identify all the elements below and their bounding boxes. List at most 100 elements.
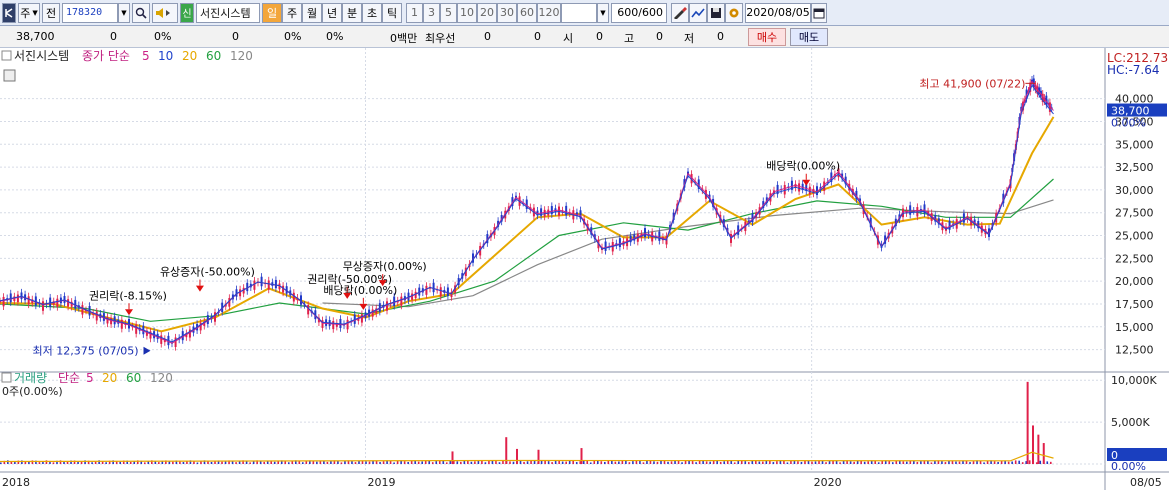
volume-bar: [210, 461, 213, 464]
volume-bar: [920, 461, 922, 464]
sell-button[interactable]: 매도: [790, 28, 828, 46]
volume-bar: [737, 460, 740, 464]
chevron-down-icon: ▼: [32, 8, 38, 17]
volume-bar: [263, 461, 265, 464]
volume-bar: [1018, 460, 1020, 464]
data-count-field[interactable]: 600/600: [611, 2, 667, 23]
volume-legend-name: 거래량: [14, 371, 47, 385]
volume-bar: [589, 462, 592, 464]
custom-period-dropdown[interactable]: ▼: [597, 2, 609, 23]
price-tick-label: 12,500: [1115, 344, 1154, 357]
minute-option-20[interactable]: 20: [477, 2, 497, 23]
volume-bar: [259, 461, 262, 464]
minute-option-5[interactable]: 5: [440, 2, 457, 23]
period-tab-year[interactable]: 년: [322, 2, 342, 23]
volume-bar: [382, 461, 385, 464]
stock-name-field[interactable]: 서진시스템: [196, 2, 260, 23]
period-tab-week[interactable]: 주: [282, 2, 302, 23]
volume-legend-ma-label: 단순: [58, 371, 80, 385]
volume-bar: [52, 462, 55, 464]
date-field[interactable]: 2020/08/05: [745, 2, 811, 23]
current-pct-label: 0.00%: [1111, 117, 1146, 130]
volume-spike-bar: [580, 448, 583, 464]
low-price-annotation: 최저 12,375 (07/05): [33, 345, 139, 358]
volume-legend-ma-item: 5: [86, 371, 94, 385]
legend-box-icon: [1, 50, 12, 61]
volume-bar: [1011, 461, 1013, 464]
trade-amount: 0백만: [390, 32, 418, 45]
search-button[interactable]: [132, 2, 150, 23]
grid-toggle-icon: [3, 69, 16, 82]
candle-body: [808, 186, 811, 195]
chart-app-icon[interactable]: [2, 2, 16, 23]
code-dropdown-button[interactable]: ▼: [118, 2, 130, 23]
volume-bar: [758, 461, 761, 464]
buy-button[interactable]: 매수: [748, 28, 786, 46]
calendar-button[interactable]: [811, 2, 827, 23]
volume-bar: [628, 462, 631, 464]
volume-bar: [509, 461, 511, 464]
volume-bar: [417, 461, 420, 464]
save-button[interactable]: [707, 2, 725, 23]
volume-legend-box-icon: [1, 372, 12, 383]
volume-bar: [997, 461, 999, 464]
volume-bar: [565, 461, 567, 464]
event-annotation: 배당락(0.00%): [323, 284, 397, 297]
candle-body: [439, 287, 442, 297]
candle-body: [644, 228, 646, 238]
volume-bar: [91, 462, 93, 464]
price-legend-name: 서진시스템: [14, 49, 69, 63]
period-tab-tick[interactable]: 틱: [382, 2, 402, 23]
minute-option-10[interactable]: 10: [457, 2, 477, 23]
price-chart[interactable]: 40,00037,50035,00032,50030,00027,50025,0…: [0, 48, 1169, 490]
volume-legend-ma-item: 60: [126, 371, 141, 385]
custom-period-input[interactable]: [561, 2, 597, 23]
event-annotation: 권리락(-8.15%): [89, 289, 167, 302]
volume-legend-ma-item: 120: [150, 371, 173, 385]
volume-bar: [902, 461, 905, 464]
volume-bar: [551, 462, 553, 464]
period-tab-minute[interactable]: 분: [342, 2, 362, 23]
tool-button-indicator[interactable]: [689, 2, 707, 23]
volume-bar: [839, 462, 841, 464]
time-axis-label: 2018: [2, 476, 30, 489]
volume-bar: [488, 461, 490, 464]
volume-bar: [442, 460, 445, 464]
volume-bar: [719, 461, 722, 464]
price-tick-label: 27,500: [1115, 207, 1154, 220]
kind-button[interactable]: 전: [42, 2, 60, 23]
volume-bar: [561, 461, 564, 464]
market-select[interactable]: 주 ▼: [18, 2, 40, 23]
minute-option-1[interactable]: 1: [406, 2, 423, 23]
volume-bar: [835, 460, 838, 464]
volume-bar: [825, 462, 827, 464]
volume-bar: [958, 461, 961, 464]
volume-tick-label: 5,000K: [1111, 416, 1150, 429]
minute-option-3[interactable]: 3: [423, 2, 440, 23]
minute-option-30[interactable]: 30: [497, 2, 517, 23]
period-tab-month[interactable]: 월: [302, 2, 322, 23]
volume-bar: [365, 461, 367, 464]
volume-bar: [1007, 461, 1010, 464]
minute-option-120[interactable]: 120: [537, 2, 561, 23]
volume-bar: [38, 462, 41, 464]
settings-button[interactable]: [725, 2, 743, 23]
volume-value: 0: [232, 30, 239, 43]
candle-body: [9, 293, 12, 303]
volume-bar: [684, 461, 687, 464]
stock-code-input[interactable]: 178320: [62, 2, 118, 23]
volume-bar: [705, 461, 708, 464]
period-tab-day[interactable]: 일: [262, 2, 282, 23]
volume-bar: [533, 460, 536, 464]
volume-bar: [368, 461, 371, 464]
volume-bar: [1014, 460, 1017, 464]
tool-button-pen[interactable]: [671, 2, 689, 23]
period-tab-second[interactable]: 초: [362, 2, 382, 23]
candle-body: [604, 241, 607, 251]
speaker-button[interactable]: [152, 2, 178, 23]
minute-option-60[interactable]: 60: [517, 2, 537, 23]
volume-bar: [744, 461, 747, 464]
save-icon: [711, 7, 721, 18]
price-change-pct: 0%: [154, 30, 172, 43]
volume-bar: [790, 460, 792, 464]
